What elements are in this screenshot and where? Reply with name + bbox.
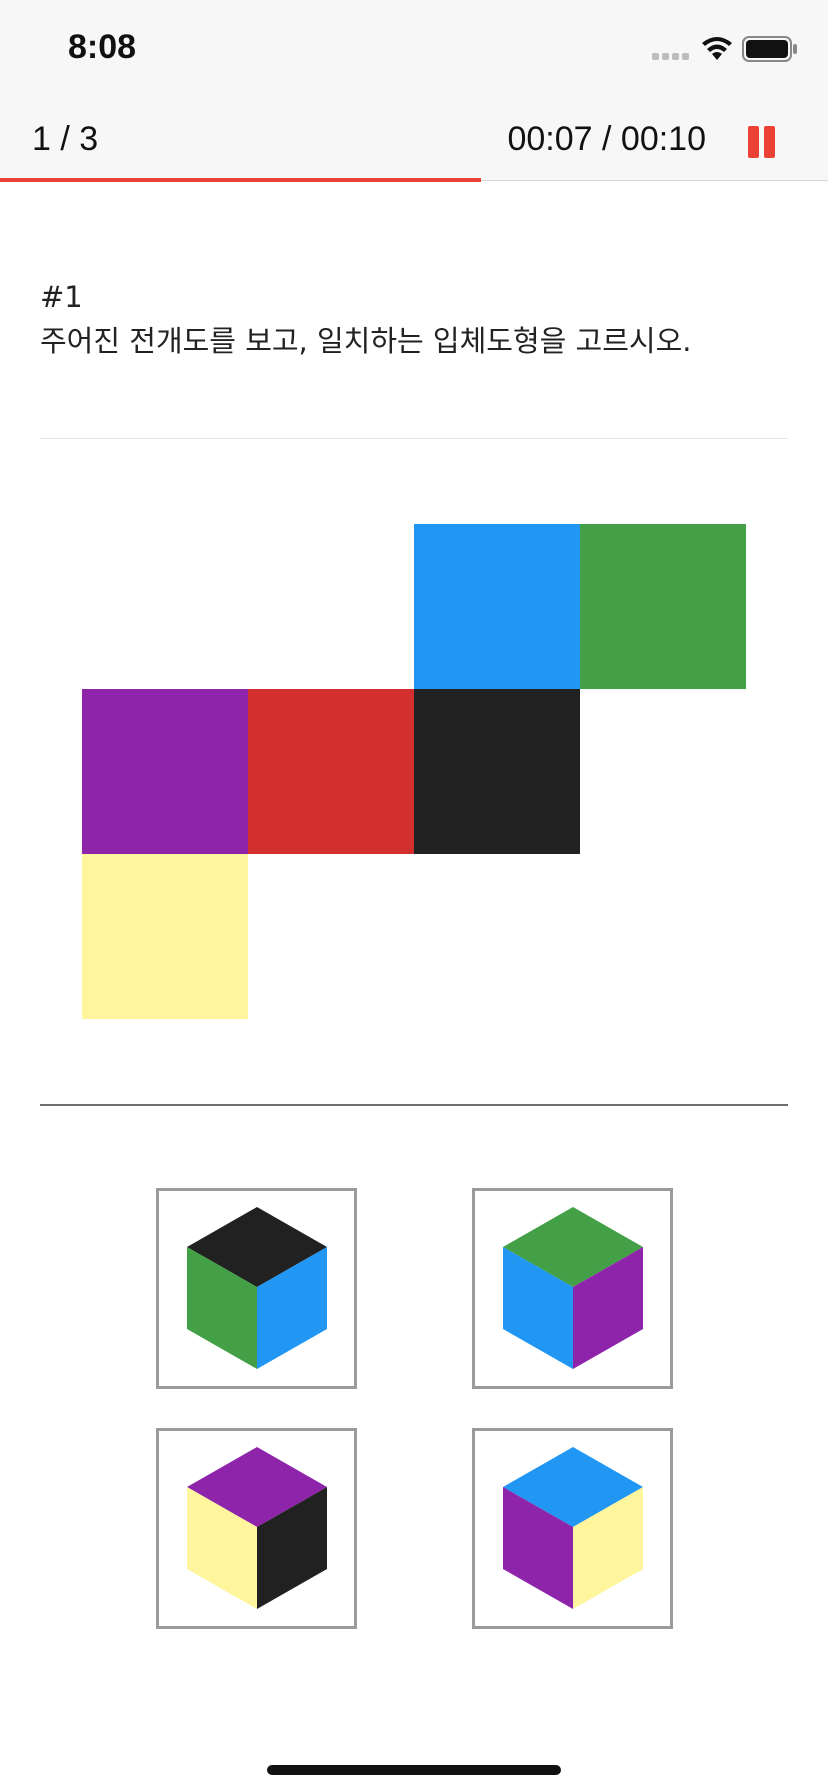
cube-icon <box>187 1447 327 1609</box>
net-face-yellow <box>82 854 248 1019</box>
cube-icon <box>503 1207 643 1369</box>
question-text: 주어진 전개도를 보고, 일치하는 입체도형을 고르시오. <box>40 324 692 358</box>
progress-bar <box>0 178 828 182</box>
answer-option-4[interactable] <box>472 1428 673 1629</box>
progress-fill <box>0 178 482 182</box>
answer-option-1[interactable] <box>156 1188 357 1389</box>
status-time: 8:08 <box>68 28 137 66</box>
quiz-header: 1 / 3 00:07 / 00:10 <box>0 100 828 181</box>
net-face-red <box>248 689 414 854</box>
wifi-icon <box>702 37 732 60</box>
answer-option-3[interactable] <box>156 1428 357 1629</box>
signal-icon <box>652 53 689 60</box>
pause-button[interactable] <box>742 122 782 162</box>
question-number: #1 <box>40 280 83 314</box>
answer-option-2[interactable] <box>472 1188 673 1389</box>
timer: 00:07 / 00:10 <box>507 120 706 158</box>
net-face-green <box>580 524 746 689</box>
divider <box>40 438 788 439</box>
home-indicator[interactable] <box>267 1765 561 1775</box>
cube-icon <box>187 1207 327 1369</box>
net-face-purple <box>82 689 248 854</box>
quiz-screen: 8:08 1 / 3 00:07 / 00:10 #1 주어진 전개도를 보고,… <box>0 0 828 1792</box>
battery-icon <box>742 36 797 62</box>
net-face-blue <box>414 524 580 689</box>
cube-icon <box>503 1447 643 1609</box>
pause-icon <box>748 126 759 158</box>
net-face-black <box>414 689 580 854</box>
status-bar: 8:08 <box>0 0 828 100</box>
question-counter: 1 / 3 <box>32 120 99 158</box>
divider <box>40 1104 788 1106</box>
